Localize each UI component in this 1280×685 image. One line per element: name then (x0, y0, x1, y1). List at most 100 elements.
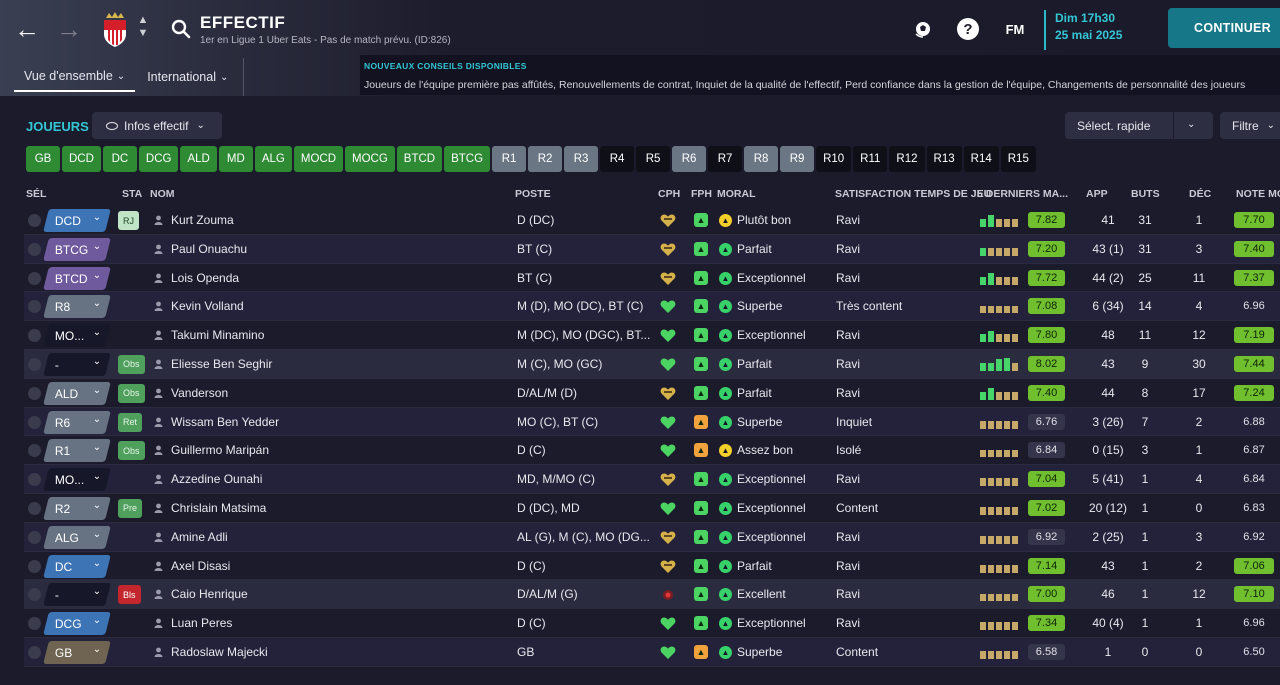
position-selector[interactable]: ALG ⌄ (43, 525, 111, 549)
col-poste[interactable]: POSTE (515, 188, 551, 200)
position-selector[interactable]: DCD ⌄ (43, 209, 111, 232)
position-chip[interactable]: R15 (1000, 146, 1036, 172)
player-row[interactable]: R2 ⌄ Pre Chrislain Matsima D (DC), MD ▲ ▲ Excep… (24, 494, 1280, 523)
status-badge[interactable]: RJ (118, 211, 139, 230)
football-icon[interactable] (912, 18, 934, 40)
player-name[interactable]: Chrislain Matsima (171, 501, 266, 515)
player-name[interactable]: Radoslaw Majecki (171, 645, 268, 659)
position-chip[interactable]: MD (218, 146, 253, 172)
player-row[interactable]: BTCG ⌄ Paul Onuachu BT (C) ▲ ▲ Parfait Ravi 7.20… (24, 234, 1280, 264)
select-checkbox[interactable] (28, 242, 41, 256)
club-crest-icon[interactable] (100, 12, 130, 48)
player-name[interactable]: Azzedine Ounahi (171, 472, 262, 486)
select-checkbox[interactable] (28, 588, 41, 602)
status-badge[interactable]: Pre (118, 498, 143, 518)
col-note-moy[interactable]: NOTE MO (1236, 188, 1280, 200)
player-row[interactable]: R6 ⌄ Ret Wissam Ben Yedder MO (C), BT (C) ▲ ▲ S… (24, 407, 1280, 437)
select-checkbox[interactable] (28, 501, 41, 515)
help-icon[interactable]: ? (957, 18, 979, 40)
player-row[interactable]: - ⌄ Bls Caio Henrique D/AL/M (G) ▲ ▲ Excellent R… (24, 580, 1280, 610)
select-checkbox[interactable] (28, 329, 41, 343)
col-sta[interactable]: STA (122, 188, 142, 200)
position-chip[interactable]: R5 (636, 146, 671, 172)
position-chip[interactable]: R12 (889, 146, 925, 172)
position-chip[interactable]: MOCD (293, 146, 344, 172)
position-chip[interactable]: GB (26, 146, 60, 172)
status-badge[interactable]: Bls (118, 585, 141, 605)
quick-select-button[interactable]: Sélect. rapide ⌄ (1065, 112, 1213, 139)
player-row[interactable]: DC ⌄ Axel Disasi D (C) ▲ ▲ Parfait Ravi 7.14 43 1 2… (24, 552, 1280, 581)
col-satisfaction[interactable]: SATISFACTION TEMPS DE JEU (835, 188, 991, 200)
col-sel[interactable]: SÉL (26, 188, 46, 200)
position-selector[interactable]: MO... ⌄ (43, 324, 111, 348)
tab-vue-ensemble[interactable]: Vue d'ensemble ⌄ (14, 62, 136, 92)
select-checkbox[interactable] (28, 386, 41, 400)
status-badge[interactable]: Obs (118, 383, 145, 403)
select-checkbox[interactable] (28, 415, 41, 429)
col-fph[interactable]: FPH (691, 188, 712, 200)
player-name[interactable]: Lois Openda (171, 271, 239, 285)
position-selector[interactable]: - ⌄ (43, 352, 111, 376)
player-name[interactable]: Caio Henrique (171, 587, 248, 601)
col-form[interactable]: 5 DERNIERS MA... (977, 188, 1068, 200)
player-name[interactable]: Wissam Ben Yedder (171, 415, 279, 429)
player-name[interactable]: Amine Adli (171, 530, 228, 544)
position-chip[interactable]: DC (102, 146, 137, 172)
position-chip[interactable]: R7 (708, 146, 743, 172)
position-chip[interactable]: R13 (926, 146, 962, 172)
player-row[interactable]: R8 ⌄ Kevin Volland M (D), MO (DC), BT (C) ▲ ▲… (24, 292, 1280, 322)
position-chip[interactable]: R10 (816, 146, 852, 172)
position-selector[interactable]: - ⌄ (43, 583, 111, 607)
position-chip[interactable]: DCD (62, 146, 101, 172)
back-arrow-icon[interactable]: ← (10, 12, 44, 46)
position-selector[interactable]: R1 ⌄ (43, 439, 111, 463)
col-buts[interactable]: BUTS (1131, 188, 1160, 200)
position-selector[interactable]: ALD ⌄ (43, 381, 111, 405)
col-app[interactable]: APP (1086, 188, 1108, 200)
player-name[interactable]: Takumi Minamino (171, 328, 264, 342)
search-icon[interactable] (170, 18, 192, 40)
select-checkbox[interactable] (28, 444, 41, 458)
player-name[interactable]: Eliesse Ben Seghir (171, 357, 272, 371)
status-badge[interactable]: Obs (118, 354, 145, 374)
position-selector[interactable]: DCG ⌄ (43, 612, 111, 636)
col-moral[interactable]: MORAL (717, 188, 756, 200)
select-checkbox[interactable] (28, 214, 41, 227)
position-chip[interactable]: R2 (528, 146, 563, 172)
col-dec[interactable]: DÉC (1189, 188, 1211, 200)
position-selector[interactable]: BTCG ⌄ (43, 237, 111, 261)
tab-international[interactable]: International ⌄ (137, 62, 238, 92)
select-checkbox[interactable] (28, 530, 41, 544)
player-row[interactable]: DCD ⌄ RJ Kurt Zouma D (DC) ▲ ▲ Plutôt bon Ravi 7.… (24, 206, 1280, 235)
player-row[interactable]: BTCD ⌄ Lois Openda BT (C) ▲ ▲ Exceptionnel Ravi… (24, 264, 1280, 293)
position-selector[interactable]: MO... ⌄ (43, 468, 111, 492)
view-selector-button[interactable]: Infos effectif ⌄ (92, 112, 222, 139)
player-name[interactable]: Luan Peres (171, 616, 232, 630)
continue-button[interactable]: CONTINUER (1168, 8, 1280, 48)
select-checkbox[interactable] (28, 271, 41, 285)
chevron-down-icon[interactable]: ⌄ (1187, 119, 1195, 130)
position-selector[interactable]: R8 ⌄ (43, 295, 111, 319)
position-selector[interactable]: R2 ⌄ (43, 496, 111, 520)
player-row[interactable]: R1 ⌄ Obs Guillermo Maripán D (C) ▲ ▲ Assez bon I… (24, 436, 1280, 466)
player-name[interactable]: Kurt Zouma (171, 213, 234, 227)
position-chip[interactable]: ALD (180, 146, 217, 172)
position-selector[interactable]: R6 ⌄ (43, 410, 111, 434)
player-row[interactable]: - ⌄ Obs Eliesse Ben Seghir M (C), MO (GC) ▲ ▲ P… (24, 349, 1280, 379)
player-name[interactable]: Vanderson (171, 386, 228, 400)
select-checkbox[interactable] (28, 357, 41, 371)
player-name[interactable]: Kevin Volland (171, 299, 244, 313)
position-chip[interactable]: MOCG (345, 146, 395, 172)
player-row[interactable]: DCG ⌄ Luan Peres D (C) ▲ ▲ Exceptionnel Ravi 7.3… (24, 609, 1280, 638)
select-checkbox[interactable] (28, 300, 41, 314)
club-switch-arrows-icon[interactable]: ▲ ▼ (136, 14, 150, 44)
position-chip[interactable]: DCG (138, 146, 179, 172)
player-row[interactable]: MO... ⌄ Azzedine Ounahi MD, M/MO (C) ▲ ▲ Excep… (24, 465, 1280, 494)
position-chip[interactable]: R4 (600, 146, 635, 172)
position-chip[interactable]: R14 (963, 146, 999, 172)
player-row[interactable]: MO... ⌄ Takumi Minamino M (DC), MO (DGC), B… (24, 321, 1280, 350)
position-chip[interactable]: R3 (564, 146, 599, 172)
position-chip[interactable]: R6 (672, 146, 707, 172)
position-selector[interactable]: DC ⌄ (43, 554, 111, 578)
position-selector[interactable]: BTCD ⌄ (43, 266, 111, 290)
